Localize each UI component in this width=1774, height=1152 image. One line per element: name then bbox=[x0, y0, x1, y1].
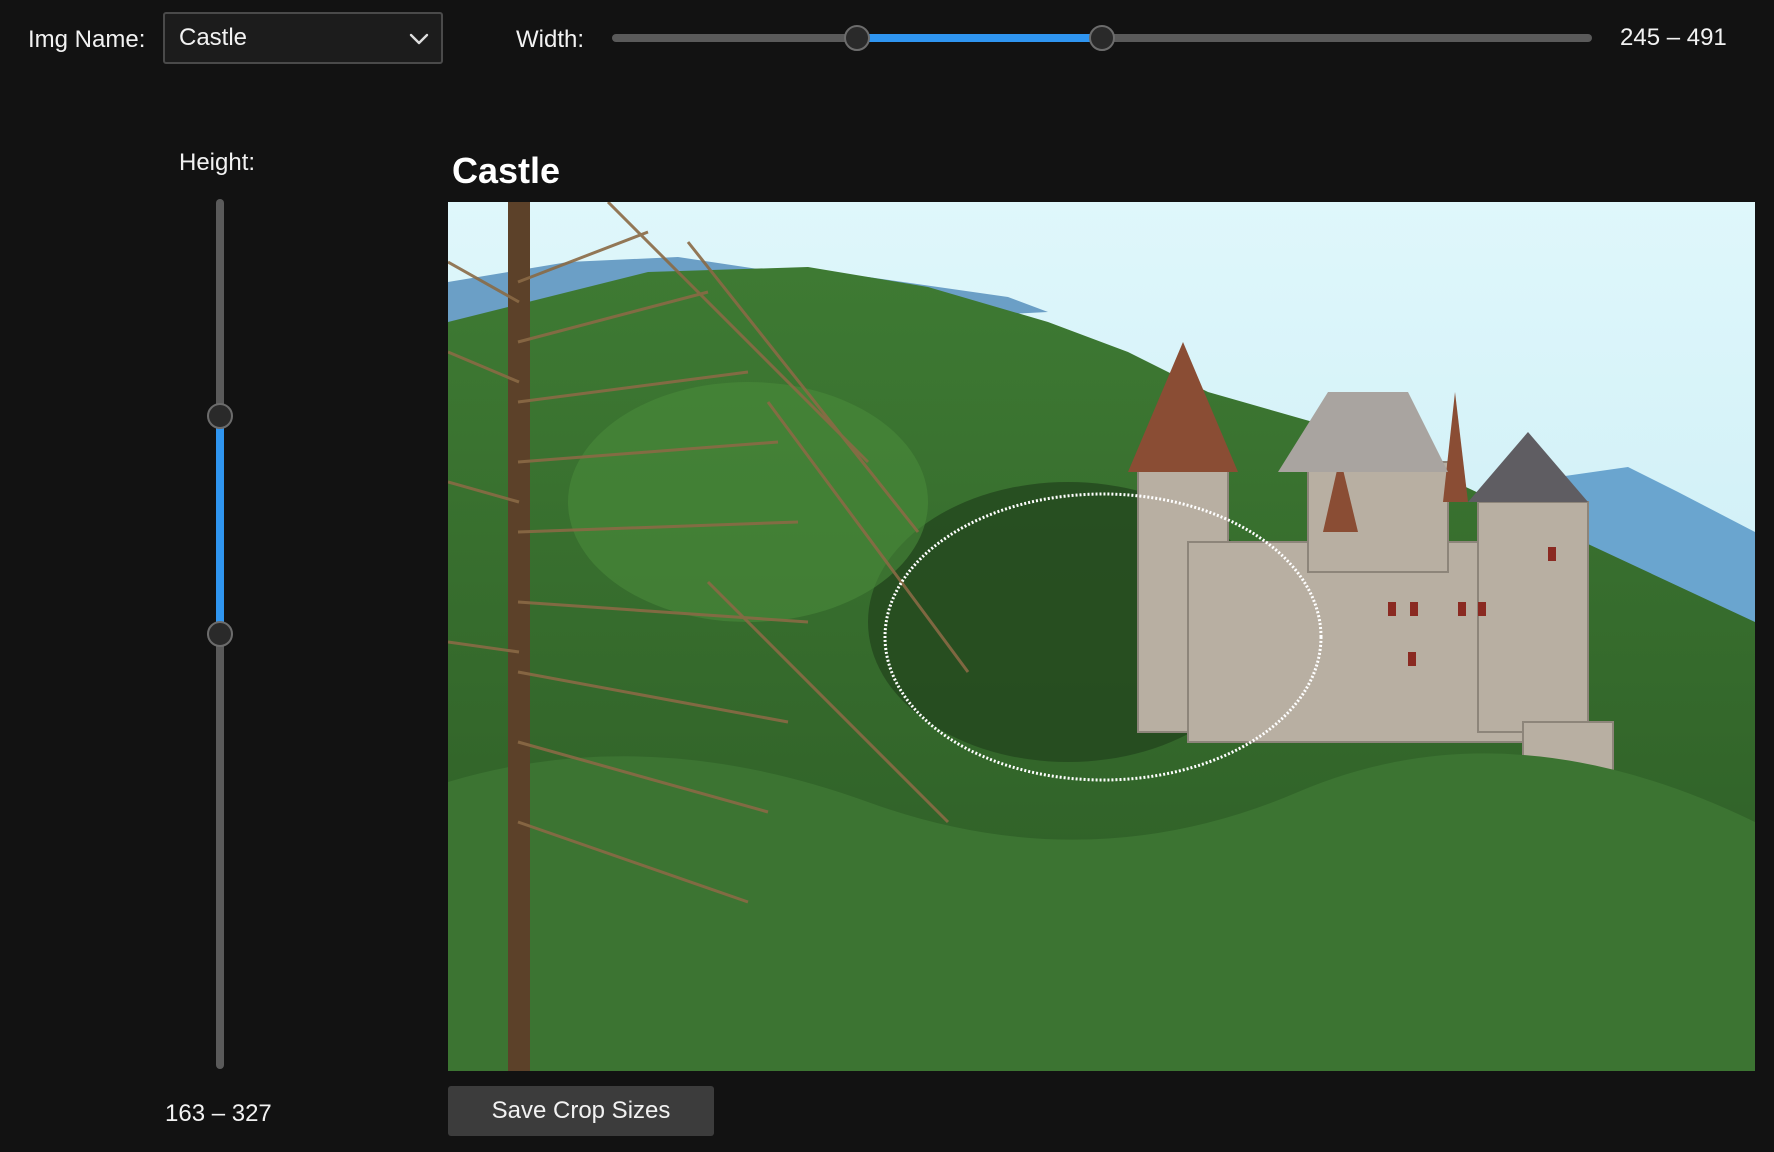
img-name-label: Img Name: bbox=[28, 26, 146, 53]
height-low-handle[interactable] bbox=[207, 402, 233, 429]
height-range-slider[interactable] bbox=[207, 199, 233, 1069]
height-high-handle[interactable] bbox=[207, 621, 233, 647]
castle-photo-illustration bbox=[448, 202, 1755, 1071]
width-label: Width: bbox=[516, 26, 585, 53]
width-range-slider[interactable] bbox=[612, 25, 1592, 51]
height-range-fill bbox=[216, 415, 224, 634]
height-label: Height: bbox=[179, 149, 256, 176]
width-high-handle[interactable] bbox=[1089, 25, 1116, 51]
img-name-select[interactable]: Castle bbox=[163, 12, 443, 64]
image-title: Castle bbox=[452, 150, 561, 191]
width-low-handle[interactable] bbox=[843, 25, 870, 51]
save-crop-sizes-button[interactable]: Save Crop Sizes bbox=[448, 1086, 714, 1136]
width-readout: 245 – 491 bbox=[1620, 24, 1727, 51]
height-readout: 163 – 327 bbox=[165, 1100, 272, 1127]
img-name-selected-value: Castle bbox=[179, 24, 248, 51]
width-range-fill bbox=[856, 34, 1103, 42]
castle-photo bbox=[448, 202, 1755, 1071]
chevron-down-icon bbox=[409, 33, 429, 45]
